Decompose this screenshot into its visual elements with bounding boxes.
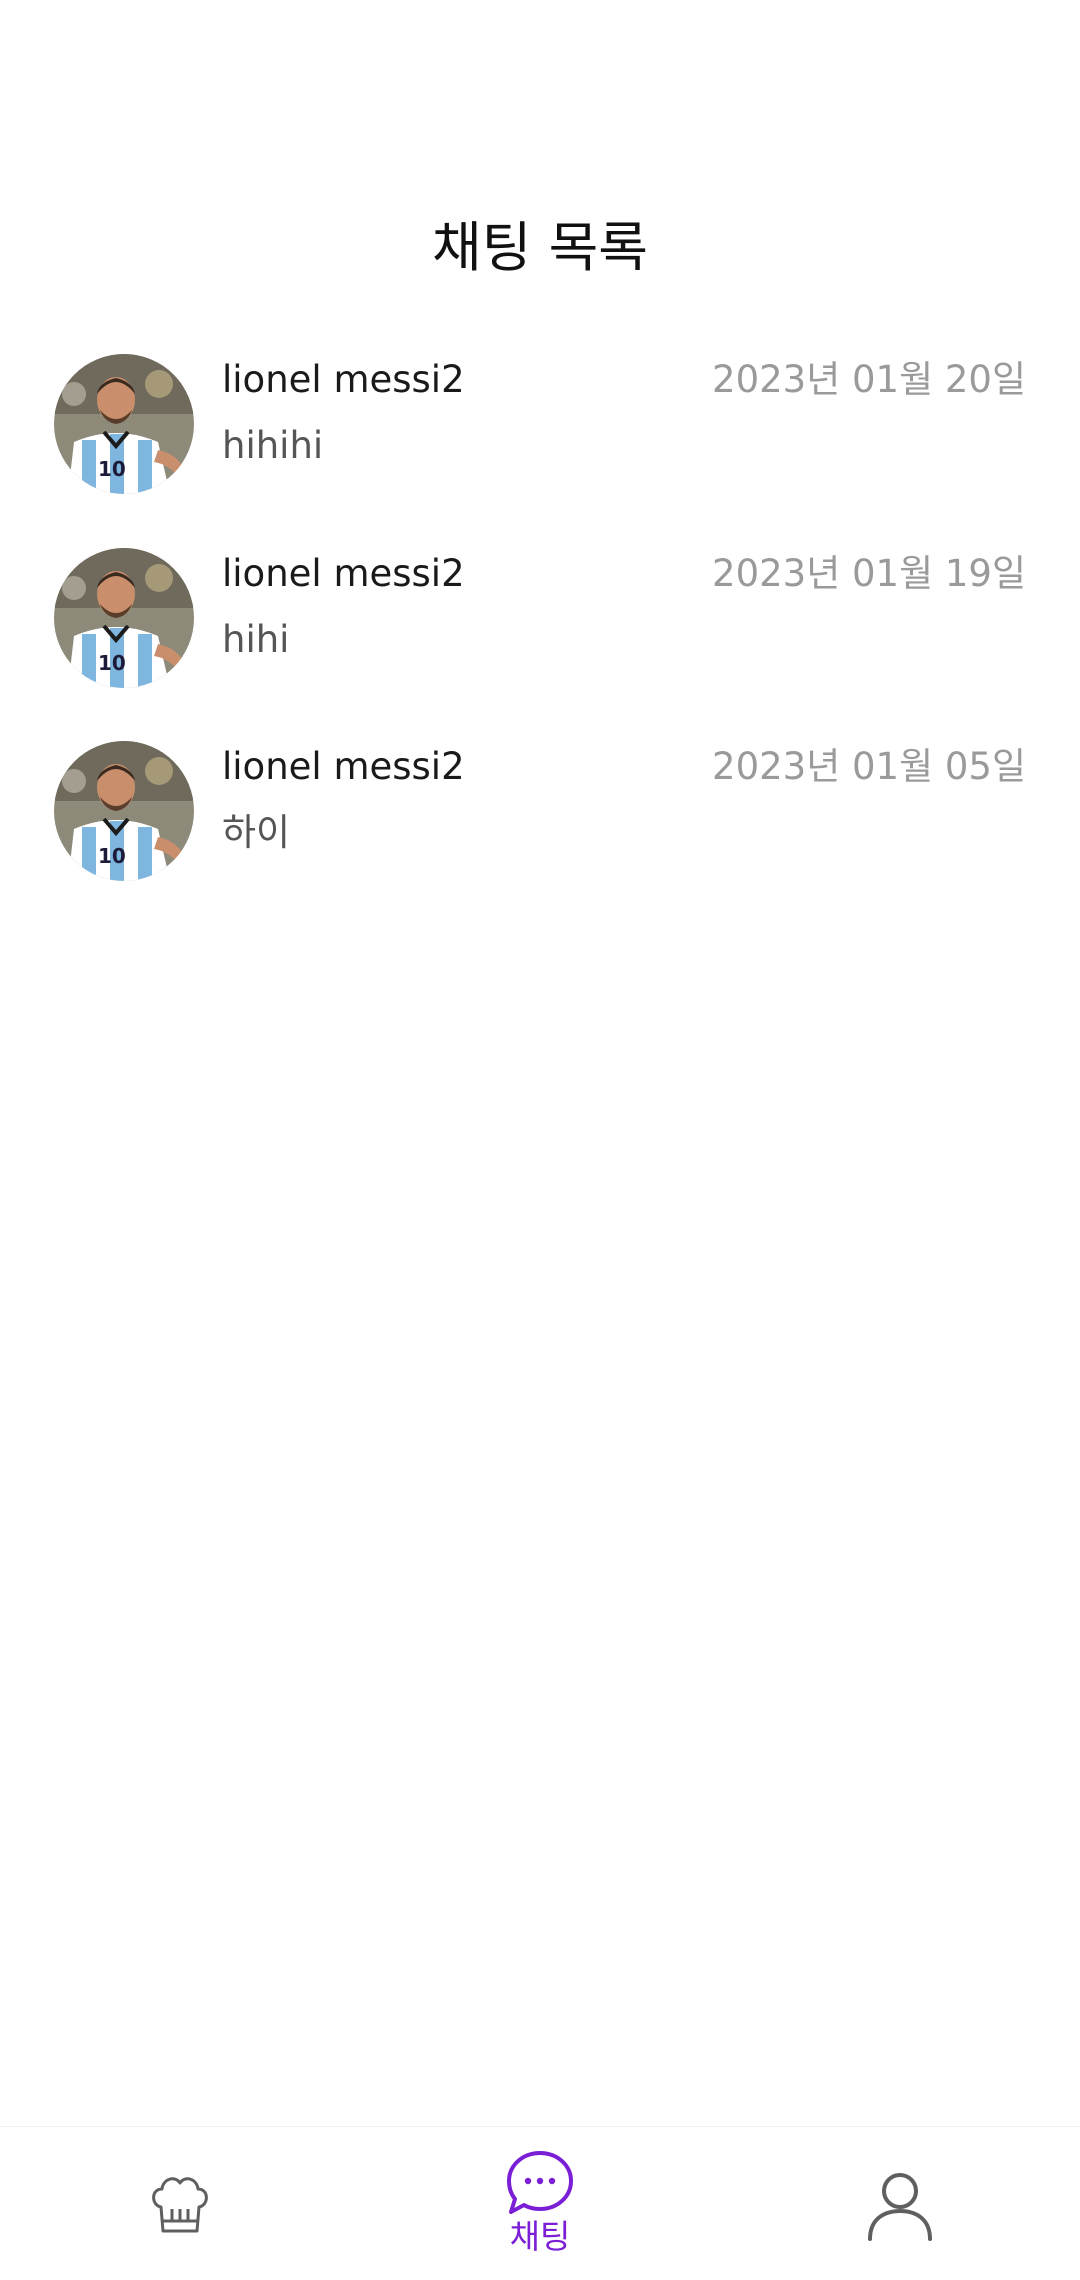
chat-last-message: hihi — [222, 617, 290, 661]
chat-list-item[interactable]: 10 lionel messi2 2023년 01월 20일 hihihi — [0, 348, 1080, 542]
profile-photo: 10 — [54, 547, 194, 688]
chat-name: lionel messi2 — [222, 551, 465, 595]
page-title: 채팅 목록 — [432, 216, 648, 279]
avatar: 10 — [54, 741, 194, 881]
chef-hat-icon — [147, 2171, 213, 2241]
chat-date: 2023년 01월 20일 — [712, 358, 1026, 401]
avatar: 10 — [54, 354, 194, 494]
bottom-nav: 채팅 — [0, 2126, 1080, 2280]
chat-date: 2023년 01월 05일 — [712, 745, 1026, 788]
chat-last-message: hihihi — [222, 424, 324, 467]
svg-text:10: 10 — [98, 651, 126, 675]
profile-photo: 10 — [54, 741, 194, 881]
nav-label-chat: 채팅 — [509, 2217, 571, 2256]
chat-name: lionel messi2 — [222, 745, 465, 788]
nav-item-profile[interactable] — [720, 2127, 1080, 2280]
chat-list-item[interactable]: 10 lionel messi2 2023년 01월 05일 하이 — [0, 735, 1080, 929]
chat-date: 2023년 01월 19일 — [712, 551, 1026, 595]
svg-text:10: 10 — [98, 457, 126, 481]
profile-photo: 10 — [54, 354, 194, 494]
svg-text:10: 10 — [98, 844, 126, 868]
chat-list-screen: 채팅 목록 10 lionel messi2 2023년 01월 20일 hih… — [0, 0, 1080, 2280]
nav-item-recipes[interactable] — [0, 2127, 360, 2280]
chat-list: 10 lionel messi2 2023년 01월 20일 hihihi 10… — [0, 348, 1080, 929]
chat-last-message: 하이 — [222, 811, 291, 854]
chat-name: lionel messi2 — [222, 358, 465, 401]
nav-item-chat[interactable]: 채팅 — [360, 2127, 720, 2280]
chat-bubble-icon — [505, 2149, 575, 2223]
avatar: 10 — [54, 547, 194, 688]
chat-list-item[interactable]: 10 lionel messi2 2023년 01월 19일 hihi — [0, 542, 1080, 736]
person-icon — [864, 2169, 936, 2245]
